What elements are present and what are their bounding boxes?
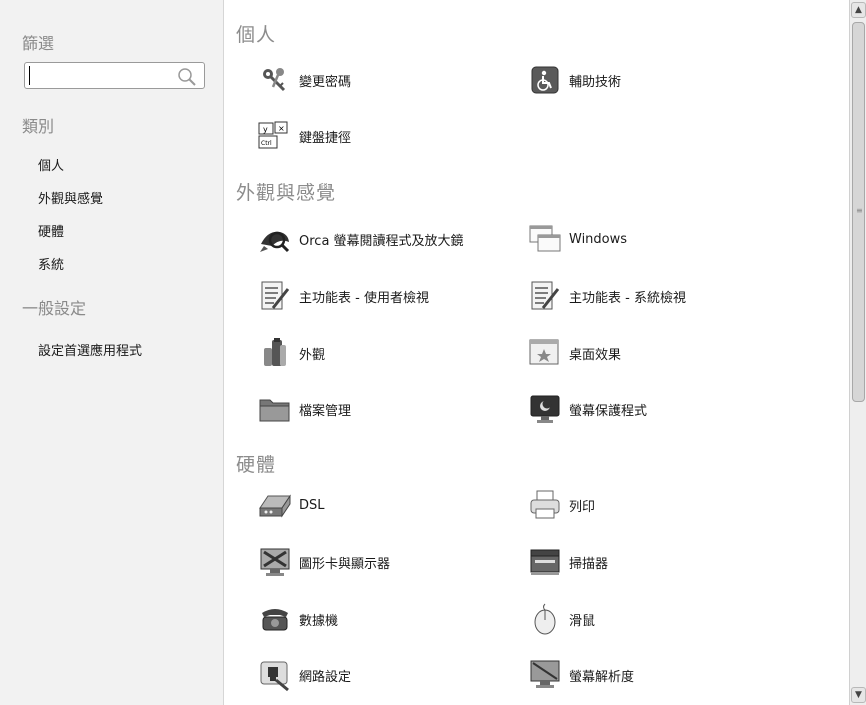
item-windows[interactable]: Windows	[527, 219, 627, 259]
item-graphics-display[interactable]: 圖形卡與顯示器	[257, 542, 390, 582]
display-icon	[257, 544, 293, 580]
item-label: 輔助技術	[569, 74, 622, 90]
sidebar-item-system[interactable]: 系統	[38, 254, 64, 273]
modem-icon	[257, 601, 293, 637]
svg-text:y: y	[263, 125, 268, 134]
item-scanner[interactable]: 掃描器	[527, 542, 608, 582]
item-main-menu-user-view[interactable]: 主功能表 - 使用者檢視	[257, 276, 429, 316]
item-label: DSL	[299, 497, 325, 513]
scroll-down-button[interactable]: ▼	[851, 687, 866, 703]
search-input[interactable]	[29, 66, 169, 85]
scroll-thumb[interactable]: ≡	[852, 22, 865, 402]
desktop-effects-icon	[527, 335, 563, 371]
item-label: 圖形卡與顯示器	[299, 556, 391, 572]
windows-icon	[527, 221, 563, 257]
item-label: 主功能表 - 使用者檢視	[299, 290, 429, 306]
screensaver-icon	[527, 391, 563, 427]
item-label: 螢幕保護程式	[569, 403, 648, 419]
item-main-menu-system-view[interactable]: 主功能表 - 系統檢視	[527, 276, 686, 316]
sidebar-item-preferred-apps[interactable]: 設定首選應用程式	[38, 340, 142, 359]
section-title-personal: 個人	[236, 24, 277, 46]
appearance-icon	[257, 335, 293, 371]
svg-text:Ctrl: Ctrl	[261, 140, 272, 147]
filter-heading: 篩選	[22, 34, 55, 53]
item-label: 變更密碼	[299, 74, 352, 90]
item-file-management[interactable]: 檔案管理	[257, 389, 351, 429]
svg-text:×: ×	[278, 124, 285, 133]
sidebar: 篩選 類別 個人 外觀與感覺 硬體 系統 一般設定 設定首選應用程式	[0, 0, 224, 705]
item-appearance[interactable]: 外觀	[257, 333, 325, 373]
sidebar-item-hardware[interactable]: 硬體	[38, 221, 64, 240]
item-label: Windows	[569, 231, 628, 247]
item-accessibility[interactable]: 輔助技術	[527, 60, 621, 100]
item-label: Orca 螢幕閱讀程式及放大鏡	[299, 233, 464, 249]
item-dsl[interactable]: DSL	[257, 485, 325, 525]
item-label: 外觀	[299, 347, 326, 363]
item-screen-resolution[interactable]: 螢幕解析度	[527, 655, 634, 695]
orca-icon	[257, 221, 293, 257]
accessibility-icon	[527, 62, 563, 98]
sidebar-item-personal[interactable]: 個人	[38, 155, 64, 174]
resolution-icon	[527, 657, 563, 693]
vertical-scrollbar[interactable]: ▲ ≡ ▼	[849, 0, 866, 705]
keyboard-shortcut-icon: y × Ctrl	[257, 118, 293, 154]
item-label: 掃描器	[569, 556, 609, 572]
item-modem[interactable]: 數據機	[257, 599, 338, 639]
dsl-icon	[257, 487, 293, 523]
item-keyboard-shortcuts[interactable]: y × Ctrl 鍵盤捷徑	[257, 116, 351, 156]
item-label: 列印	[569, 499, 596, 515]
item-printing[interactable]: 列印	[527, 485, 595, 525]
item-label: 鍵盤捷徑	[299, 130, 352, 146]
item-label: 檔案管理	[299, 403, 352, 419]
item-desktop-effects[interactable]: 桌面效果	[527, 333, 621, 373]
item-label: 螢幕解析度	[569, 669, 635, 685]
sidebar-item-look-and-feel[interactable]: 外觀與感覺	[38, 188, 103, 207]
search-icon[interactable]	[176, 65, 198, 87]
item-label: 桌面效果	[569, 347, 622, 363]
general-settings-heading: 一般設定	[22, 299, 87, 318]
item-mouse[interactable]: 滑鼠	[527, 599, 595, 639]
item-orca[interactable]: Orca 螢幕閱讀程式及放大鏡	[257, 219, 464, 259]
section-title-look-and-feel: 外觀與感覺	[236, 182, 337, 204]
folder-icon	[257, 391, 293, 427]
item-label: 數據機	[299, 613, 339, 629]
item-change-password[interactable]: 變更密碼	[257, 60, 351, 100]
category-heading: 類別	[22, 117, 55, 136]
control-center-main: 個人 變更密碼 輔助技術 y × Ctrl 鍵盤捷徑 外觀與感覺 Orca 螢幕…	[225, 0, 849, 705]
network-icon	[257, 657, 293, 693]
item-label: 滑鼠	[569, 613, 596, 629]
mouse-icon	[527, 601, 563, 637]
section-title-hardware: 硬體	[236, 454, 277, 476]
scanner-icon	[527, 544, 563, 580]
menu-system-view-icon	[527, 278, 563, 314]
printer-icon	[527, 487, 563, 523]
item-network-settings[interactable]: 網路設定	[257, 655, 351, 695]
item-label: 主功能表 - 系統檢視	[569, 290, 686, 306]
grip-icon: ≡	[856, 206, 863, 215]
keys-icon	[257, 62, 293, 98]
menu-user-view-icon	[257, 278, 293, 314]
item-screensaver[interactable]: 螢幕保護程式	[527, 389, 647, 429]
search-box[interactable]	[24, 62, 205, 89]
item-label: 網路設定	[299, 669, 352, 685]
scroll-up-button[interactable]: ▲	[851, 2, 866, 18]
